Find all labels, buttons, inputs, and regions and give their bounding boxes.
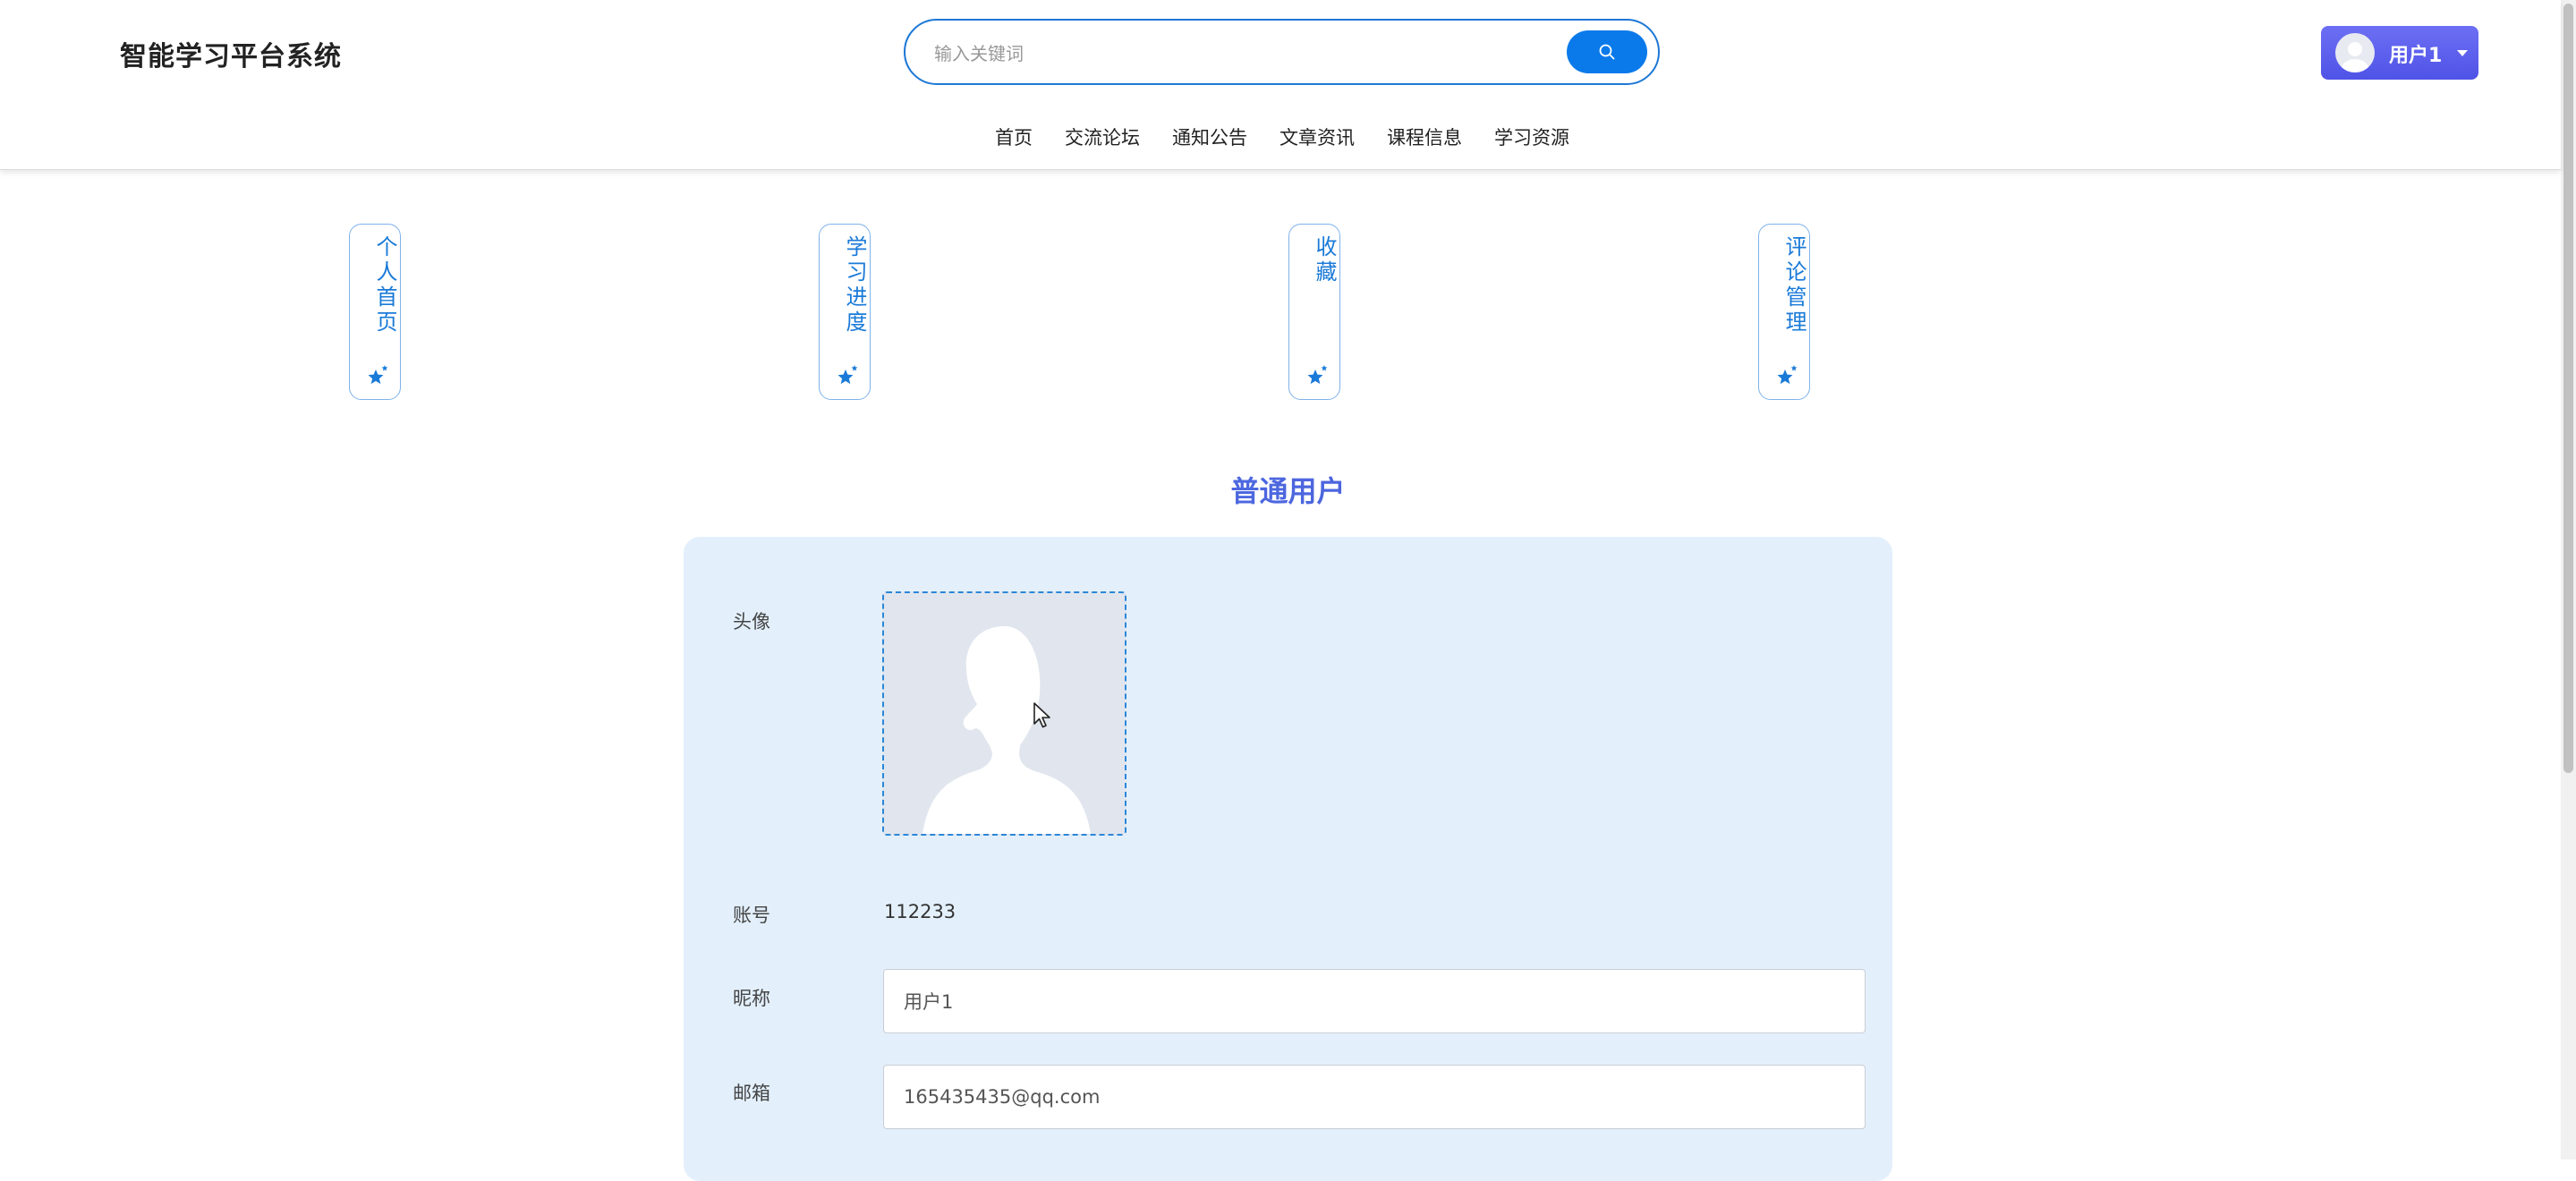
tab-comment-management-label: 评论管理: [1781, 235, 1807, 336]
search-box: [904, 19, 1660, 85]
search-input[interactable]: [932, 33, 1544, 74]
nickname-label: 昵称: [733, 988, 770, 1009]
email-label: 邮箱: [733, 1083, 770, 1104]
mouse-cursor-icon: [1033, 702, 1050, 728]
search-icon: [1599, 44, 1615, 60]
user-menu-label: 用户1: [2389, 45, 2443, 67]
site-header: 智能学习平台系统 用户1 首页 交流论坛 通知公告 文章资讯 课程信息 学习资源: [0, 0, 2561, 170]
tab-favorites-label: 收藏: [1312, 235, 1337, 285]
account-value: 112233: [884, 901, 956, 922]
tab-personal-home-label: 个人首页: [372, 235, 397, 336]
nav-item-forum[interactable]: 交流论坛: [1065, 123, 1140, 152]
caret-down-icon: [2457, 50, 2468, 56]
nav-item-courses[interactable]: 课程信息: [1387, 123, 1462, 152]
user-avatar: [2335, 33, 2375, 72]
avatar-placeholder-icon: [922, 626, 1091, 834]
star-icon: [837, 365, 858, 385]
tab-study-progress[interactable]: 学习进度: [819, 224, 871, 400]
user-menu-button[interactable]: 用户1: [2321, 26, 2478, 80]
nav-item-articles[interactable]: 文章资讯: [1279, 123, 1355, 152]
tab-study-progress-label: 学习进度: [842, 235, 867, 336]
tab-comment-management[interactable]: 评论管理: [1758, 224, 1810, 400]
avatar-upload[interactable]: [882, 591, 1126, 836]
main-nav: 首页 交流论坛 通知公告 文章资讯 课程信息 学习资源: [995, 123, 1602, 152]
avatar-label: 头像: [733, 611, 770, 633]
email-field[interactable]: [883, 1065, 1866, 1129]
page-title: 普通用户: [0, 469, 2576, 510]
search-button[interactable]: [1567, 30, 1647, 73]
account-label: 账号: [733, 905, 770, 926]
nickname-field[interactable]: [883, 969, 1866, 1033]
star-icon: [1777, 365, 1798, 385]
nav-item-notices[interactable]: 通知公告: [1172, 123, 1247, 152]
tab-favorites[interactable]: 收藏: [1288, 224, 1340, 400]
tab-personal-home[interactable]: 个人首页: [349, 224, 401, 400]
star-icon: [1307, 365, 1328, 385]
nav-item-resources[interactable]: 学习资源: [1494, 123, 1569, 152]
nav-item-home[interactable]: 首页: [995, 123, 1033, 152]
site-title[interactable]: 智能学习平台系统: [120, 34, 342, 73]
scrollbar-thumb[interactable]: [2563, 4, 2573, 773]
star-icon: [368, 365, 388, 385]
